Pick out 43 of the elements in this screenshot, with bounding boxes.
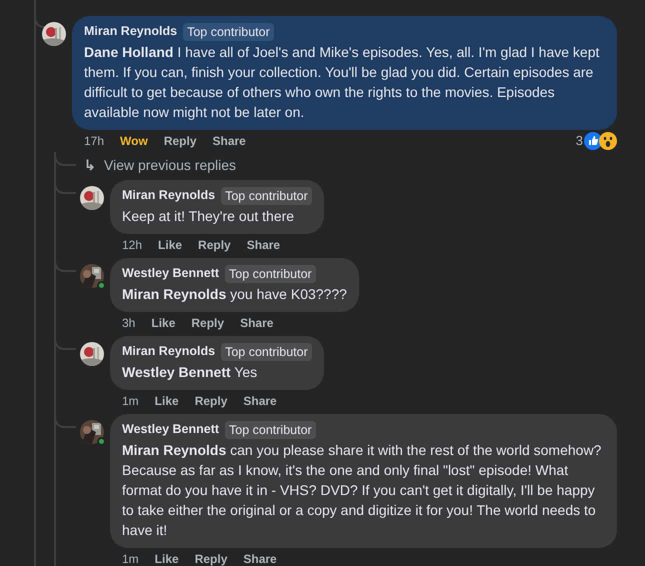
reply-link[interactable]: Reply bbox=[194, 550, 228, 566]
share-link[interactable]: Share bbox=[246, 236, 280, 254]
reaction-link[interactable]: Wow bbox=[120, 132, 148, 150]
contributor-badge: Top contributor bbox=[221, 186, 312, 204]
reply-arrow-icon: ↳ bbox=[84, 154, 96, 176]
comment-text: Miran Reynolds you have K03???? bbox=[122, 285, 347, 304]
share-link[interactable]: Share bbox=[212, 132, 246, 150]
reaction-link[interactable]: Like bbox=[154, 392, 179, 410]
mention-link[interactable]: Westley Bennett bbox=[122, 364, 231, 380]
reaction-link[interactable]: Like bbox=[151, 314, 176, 332]
reaction-link[interactable]: Like bbox=[154, 550, 179, 566]
timestamp: 17h bbox=[84, 133, 104, 150]
author-name[interactable]: Westley Bennett bbox=[122, 264, 220, 283]
comment-text: Miran Reynolds can you please share it with the rest of the world somehow? Because as far as I know, it's the one and only final "lost" episode! What format do you have it in - VHS? DVD? If you can't get it digitally, I'll be happy to take either the original or a copy and digitize it for you! The world needs to have it! bbox=[122, 441, 602, 540]
reply-link[interactable]: Reply bbox=[198, 236, 231, 254]
author-name[interactable]: Miran Reynolds bbox=[122, 342, 216, 361]
contributor-badge: Top contributor bbox=[183, 22, 274, 40]
reply-link[interactable]: Reply bbox=[194, 392, 228, 410]
author-name[interactable]: Miran Reynolds bbox=[122, 186, 216, 205]
timestamp: 3h bbox=[122, 315, 136, 332]
contributor-badge: Top contributor bbox=[225, 264, 316, 282]
timestamp: 12h bbox=[122, 237, 142, 254]
contributor-badge: Top contributor bbox=[221, 342, 312, 360]
mention-link[interactable]: Dane Holland bbox=[84, 44, 174, 60]
reply-link[interactable]: Reply bbox=[164, 132, 196, 150]
timestamp: 1m bbox=[122, 551, 139, 566]
mention-link[interactable]: Miran Reynolds bbox=[122, 286, 226, 302]
share-link[interactable]: Share bbox=[243, 392, 277, 410]
contributor-badge: Top contributor bbox=[225, 420, 316, 438]
share-link[interactable]: Share bbox=[243, 550, 277, 566]
timestamp: 1m bbox=[122, 393, 139, 410]
reply-link[interactable]: Reply bbox=[191, 314, 224, 332]
view-previous-replies-link[interactable]: View previous replies bbox=[104, 154, 236, 176]
comment-text: Keep at it! They're out there bbox=[122, 207, 296, 226]
reaction-link[interactable]: Like bbox=[158, 236, 182, 254]
comment-text: Dane Holland I have all of Joel's and Mike's episodes. Yes, all. I'm glad I have kept them. If you can, finish your collection. You'll be glad you did. Certain episodes are difficult to get because of others who own the rights to the movies. Episodes available now might not be later on. bbox=[84, 43, 600, 122]
author-name[interactable]: Westley Bennett bbox=[122, 420, 220, 439]
reaction-count: 3 bbox=[576, 132, 583, 150]
mention-link[interactable]: Miran Reynolds bbox=[122, 442, 226, 458]
comment-text: Westley Bennett Yes bbox=[122, 363, 258, 382]
wow-icon bbox=[599, 132, 617, 150]
share-link[interactable]: Share bbox=[240, 314, 274, 332]
author-name[interactable]: Miran Reynolds bbox=[84, 22, 178, 41]
